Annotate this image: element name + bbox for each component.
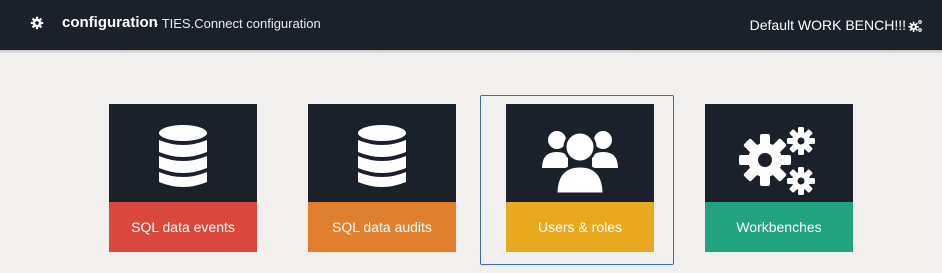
navbar-shadow [0, 50, 942, 54]
gears-icon [739, 127, 815, 195]
tile-label: SQL data audits [308, 202, 456, 252]
workbench-selector[interactable]: Default WORK BENCH!!! [750, 17, 906, 33]
app-subtitle: - TIES.Connect configuration [154, 16, 321, 31]
tile-workbenches[interactable]: Workbenches [705, 104, 853, 252]
users-icon [542, 130, 618, 196]
top-navbar: configuration - TIES.Connect configurati… [0, 0, 942, 50]
tile-users-and-roles[interactable]: Users & roles [506, 104, 654, 252]
app-title[interactable]: configuration [62, 14, 158, 31]
database-icon [159, 125, 207, 187]
tile-label: SQL data events [109, 202, 257, 252]
gear-icon[interactable] [30, 16, 44, 30]
database-icon [358, 125, 406, 187]
tile-icon-area [705, 104, 853, 202]
tile-label: Users & roles [506, 202, 654, 252]
tile-icon-area [109, 104, 257, 202]
tile-sql-data-audits[interactable]: SQL data audits [308, 104, 456, 252]
gears-icon[interactable] [908, 18, 924, 34]
tile-label: Workbenches [705, 202, 853, 252]
tile-icon-area [308, 104, 456, 202]
tile-sql-data-events[interactable]: SQL data events [109, 104, 257, 252]
tile-icon-area [506, 104, 654, 202]
